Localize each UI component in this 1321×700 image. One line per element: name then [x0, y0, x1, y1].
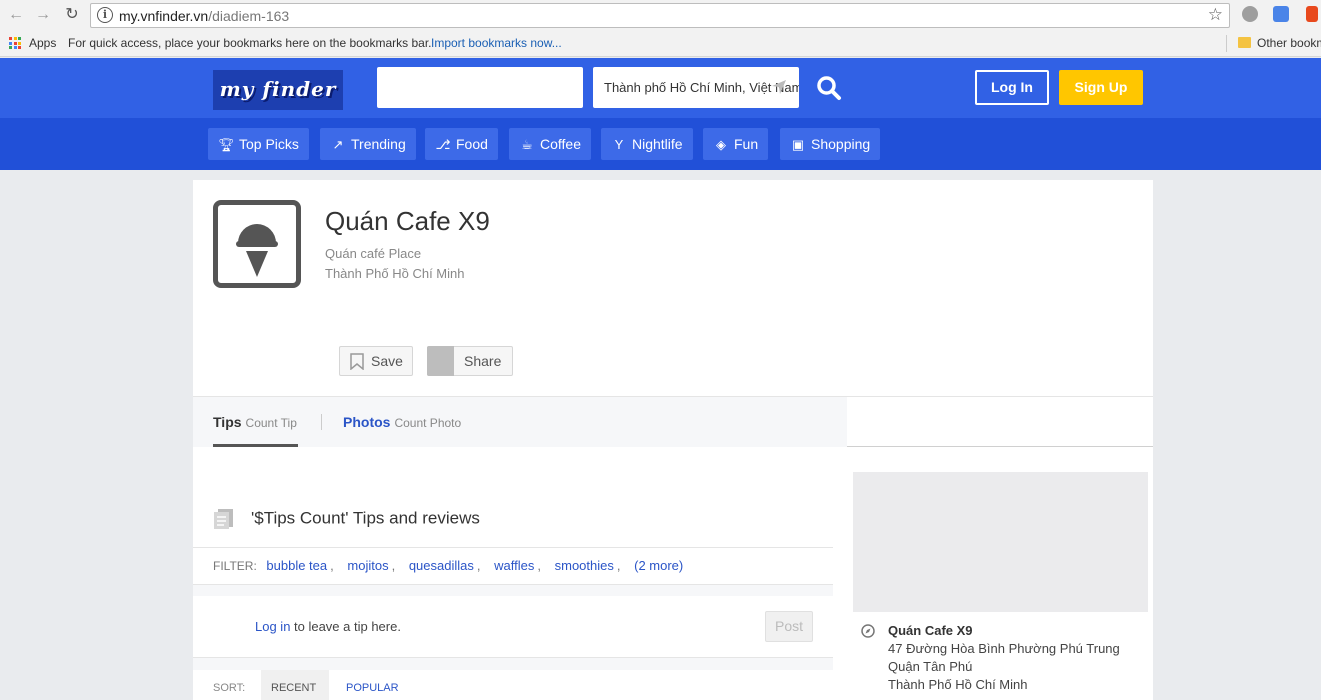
sort-label: SORT: [213, 682, 246, 694]
location-input[interactable]: Thành phố Hồ Chí Minh, Việt Nam [593, 67, 799, 108]
category-bar: 🏆︎ Top Picks ↗ Trending ⎇ Food ☕︎ Coffee Y Ni… [0, 118, 1321, 170]
address-bar[interactable]: i my.vnfinder.vn/diadiem-163 ☆ [90, 3, 1230, 28]
category-fun[interactable]: ◈ Fun [703, 128, 769, 160]
active-tab-indicator [213, 444, 298, 447]
site-header: my finder Thành phố Hồ Chí Minh, Việt Na… [0, 58, 1321, 118]
sort-popular[interactable]: POPULAR [346, 682, 399, 694]
search-input[interactable] [377, 67, 583, 108]
bookmarks-hint: For quick access, place your bookmarks h… [68, 36, 432, 50]
share-button[interactable]: Share [427, 346, 513, 376]
place-city: Thành Phố Hồ Chí Minh [325, 266, 465, 281]
category-nightlife[interactable]: Y Nightlife [601, 128, 693, 160]
category-top-picks[interactable]: 🏆︎ Top Picks [208, 128, 309, 160]
address-line: Thành Phố Hồ Chí Minh [888, 677, 1028, 692]
other-bookmarks-link[interactable]: Other bookm [1257, 36, 1321, 50]
office-icon[interactable] [1306, 6, 1318, 22]
bookmark-star-icon[interactable]: ☆ [1208, 5, 1223, 25]
login-link[interactable]: Log in [255, 619, 290, 634]
section-gap [193, 658, 833, 670]
map-placeholder[interactable] [853, 472, 1148, 612]
forward-arrow-icon[interactable]: → [33, 5, 53, 25]
content-tabs: Tips Count Tip Photos Count Photo [193, 396, 1153, 447]
place-info: Quán Cafe X9 47 Đường Hòa Bình Phường Ph… [861, 622, 1120, 694]
location-value: Thành phố Hồ Chí Minh, Việt Nam [604, 80, 799, 95]
address-line: Quận Tân Phú [888, 659, 973, 674]
category-coffee[interactable]: ☕︎ Coffee [509, 128, 591, 160]
category-food[interactable]: ⎇ Food [425, 128, 498, 160]
folder-icon [1238, 37, 1251, 48]
bookmark-icon [350, 353, 364, 370]
filter-tag[interactable]: mojitos [347, 558, 388, 573]
apps-link[interactable]: Apps [29, 36, 56, 50]
bookmarks-divider [1226, 35, 1227, 52]
sidebar-place-name: Quán Cafe X9 [888, 623, 973, 638]
cocktail-icon: Y [614, 137, 624, 152]
shopping-bag-icon: ▣ [791, 137, 805, 152]
sort-recent[interactable]: RECENT [261, 670, 329, 700]
tab-photos[interactable]: Photos Count Photo [343, 414, 461, 430]
share-icon [427, 346, 454, 376]
reload-icon[interactable]: ↻ [62, 5, 82, 25]
browser-toolbar: ← → ↻ i my.vnfinder.vn/diadiem-163 ☆ [0, 0, 1321, 31]
login-button[interactable]: Log In [975, 70, 1049, 105]
site-logo[interactable]: my finder [213, 70, 343, 110]
search-icon[interactable] [816, 75, 842, 101]
category-shopping[interactable]: ▣ Shopping [780, 128, 881, 160]
leave-tip-row: Log in to leave a tip here. Post [193, 596, 833, 658]
bookmarks-bar: Apps For quick access, place your bookma… [0, 31, 1321, 57]
leave-tip-text: to leave a tip here. [294, 619, 401, 634]
back-arrow-icon[interactable]: ← [6, 5, 26, 25]
url-text: my.vnfinder.vn/diadiem-163 [119, 8, 290, 24]
save-button[interactable]: Save [339, 346, 413, 376]
sort-row: SORT: RECENT POPULAR [193, 670, 833, 700]
ticket-icon: ◈ [716, 137, 726, 152]
post-button[interactable]: Post [765, 611, 813, 642]
place-type: Quán café Place [325, 246, 422, 261]
trending-icon: ↗ [332, 137, 344, 152]
filter-tag[interactable]: bubble tea [266, 558, 327, 573]
tab-divider [321, 414, 322, 430]
tab-tips[interactable]: Tips Count Tip [213, 414, 297, 430]
signup-button[interactable]: Sign Up [1059, 70, 1143, 105]
filter-row: FILTER: bubble tea, mojitos, quesadillas… [193, 547, 833, 585]
coffee-cup-icon: ☕︎ [521, 137, 533, 152]
location-arrow-icon[interactable] [771, 79, 787, 95]
tips-heading: '$Tips Count' Tips and reviews [213, 508, 480, 530]
section-gap [193, 585, 833, 596]
filter-label: FILTER: [213, 559, 257, 573]
import-bookmarks-link[interactable]: Import bookmarks now... [431, 36, 562, 50]
more-filters-link[interactable]: (2 more) [634, 558, 683, 573]
tips-document-icon [214, 509, 233, 529]
trophy-icon: 🏆︎ [218, 137, 235, 152]
place-title: Quán Cafe X9 [325, 206, 490, 236]
fork-knife-icon: ⎇ [435, 137, 451, 152]
site-info-icon[interactable]: i [97, 7, 113, 23]
translate-icon[interactable] [1273, 6, 1289, 22]
category-trending[interactable]: ↗ Trending [320, 128, 416, 160]
filter-tag[interactable]: quesadillas [409, 558, 474, 573]
ice-cream-icon [213, 200, 301, 288]
compass-icon [861, 624, 875, 638]
extension-icon[interactable] [1242, 6, 1258, 22]
apps-grid-icon[interactable] [9, 37, 21, 49]
filter-tag[interactable]: waffles [494, 558, 534, 573]
address-line: 47 Đường Hòa Bình Phường Phú Trung [888, 641, 1120, 656]
filter-tag[interactable]: smoothies [555, 558, 614, 573]
place-card: Quán Cafe X9 Quán café Place Thành Phố H… [193, 180, 1153, 700]
